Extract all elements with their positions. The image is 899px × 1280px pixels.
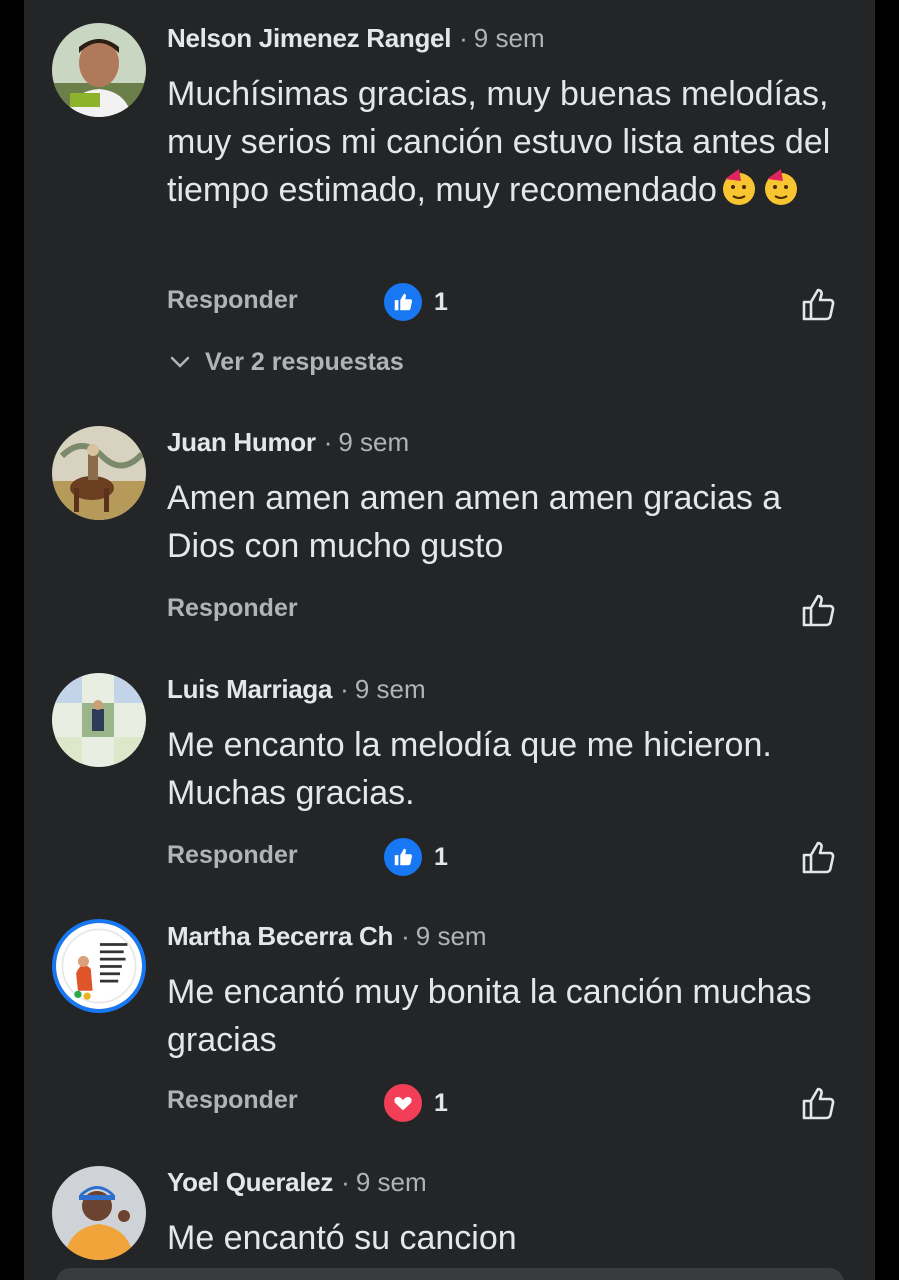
reply-button[interactable]: Responder (167, 1082, 298, 1118)
comments-panel: Nelson Jimenez Rangel · 9 sem Muchísimas g… (24, 0, 875, 1280)
like-button[interactable] (796, 282, 840, 326)
reply-button[interactable]: Responder (167, 590, 298, 626)
author-name[interactable]: Yoel Queralez (167, 1167, 333, 1197)
author-name[interactable]: Nelson Jimenez Rangel (167, 23, 451, 53)
timestamp[interactable]: 9 sem (416, 921, 487, 951)
comment-header: Nelson Jimenez Rangel · 9 sem (167, 20, 545, 56)
timestamp[interactable]: 9 sem (355, 674, 426, 704)
partying-face-emoji (764, 169, 797, 205)
separator-dot: · (401, 921, 410, 951)
timestamp[interactable]: 9 sem (474, 23, 545, 53)
author-name[interactable]: Martha Becerra Ch (167, 921, 393, 951)
separator-dot: · (459, 23, 468, 53)
comment-text: Me encanto la melodía que me hicieron. M… (167, 726, 772, 812)
comment-header: Martha Becerra Ch · 9 sem (167, 918, 487, 954)
avatar[interactable] (52, 426, 146, 520)
avatar[interactable] (52, 673, 146, 767)
separator-dot: · (323, 427, 333, 457)
like-button[interactable] (796, 835, 840, 879)
like-reaction-icon (382, 836, 424, 878)
comment-text-block: Muchísimas gracias, muy buenas melodías,… (167, 70, 857, 214)
reaction-summary[interactable]: 1 (382, 281, 448, 323)
reply-button[interactable]: Responder (167, 837, 298, 873)
comment-input-bar[interactable] (56, 1268, 844, 1280)
avatar[interactable] (52, 919, 146, 1013)
view-replies-button[interactable]: Ver 2 respuestas (167, 342, 404, 382)
reaction-count: 1 (434, 287, 448, 316)
like-button[interactable] (796, 588, 840, 632)
reaction-count: 1 (434, 1088, 448, 1117)
comment-text: Me encantó muy bonita la canción muchas … (167, 973, 812, 1059)
reply-button[interactable]: Responder (167, 282, 298, 318)
comment-text: Amen amen amen amen amen gracias a Dios … (167, 479, 782, 565)
reaction-summary[interactable]: 1 (382, 1082, 448, 1124)
like-reaction-icon (382, 281, 424, 323)
separator-dot: · (341, 1167, 350, 1197)
comment-header: Luis Marriaga · 9 sem (167, 671, 426, 707)
author-name[interactable]: Luis Marriaga (167, 674, 332, 704)
partying-face-emoji (722, 169, 755, 205)
comment-header: Yoel Queralez · 9 sem (167, 1164, 427, 1200)
separator-dot: · (340, 674, 349, 704)
avatar[interactable] (52, 1166, 146, 1260)
comment-header: Juan Humor · 9 sem (167, 424, 409, 460)
timestamp[interactable]: 9 sem (338, 427, 409, 457)
like-button[interactable] (796, 1081, 840, 1125)
author-name[interactable]: Juan Humor (167, 427, 316, 457)
timestamp[interactable]: 9 sem (356, 1167, 427, 1197)
comment-text: Me encantó su cancion (167, 1219, 517, 1257)
love-reaction-icon (382, 1082, 424, 1124)
chevron-down-icon (170, 356, 190, 368)
view-replies-label: Ver 2 respuestas (205, 348, 404, 376)
avatar[interactable] (52, 23, 146, 117)
reaction-summary[interactable]: 1 (382, 836, 448, 878)
reaction-count: 1 (434, 842, 448, 871)
